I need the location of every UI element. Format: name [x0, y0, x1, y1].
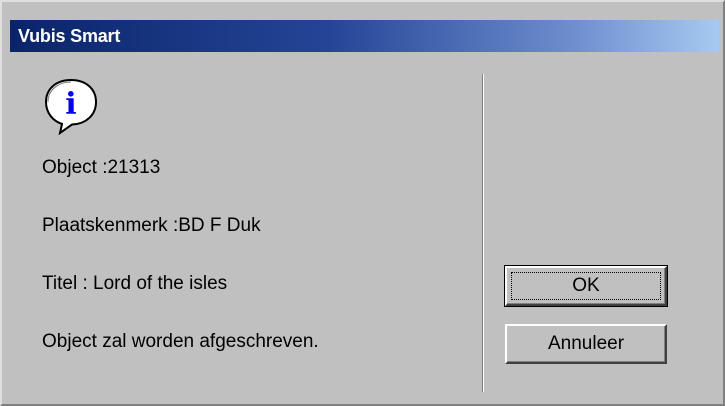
write-off-notice-text: Object zal worden afgeschreven.: [42, 331, 319, 352]
title-bar[interactable]: Vubis Smart: [10, 20, 719, 52]
window-title: Vubis Smart: [18, 26, 121, 46]
ok-button-label: OK: [572, 275, 600, 296]
cancel-button[interactable]: Annuleer: [505, 324, 667, 364]
ok-button[interactable]: OK: [504, 265, 668, 307]
dialog-window: Vubis Smart i Object :21313 Plaatskenmer…: [0, 0, 725, 406]
title-text: Titel : Lord of the isles: [42, 273, 228, 294]
dialog-body: i Object :21313 Plaatskenmerk :BD F Duk …: [10, 52, 719, 400]
svg-text:i: i: [65, 87, 76, 122]
information-icon: i: [44, 78, 98, 135]
cancel-button-label: Annuleer: [547, 333, 625, 354]
vertical-divider: [482, 74, 484, 392]
object-number-text: Object :21313: [42, 157, 161, 178]
call-number-text: Plaatskenmerk :BD F Duk: [42, 215, 261, 236]
